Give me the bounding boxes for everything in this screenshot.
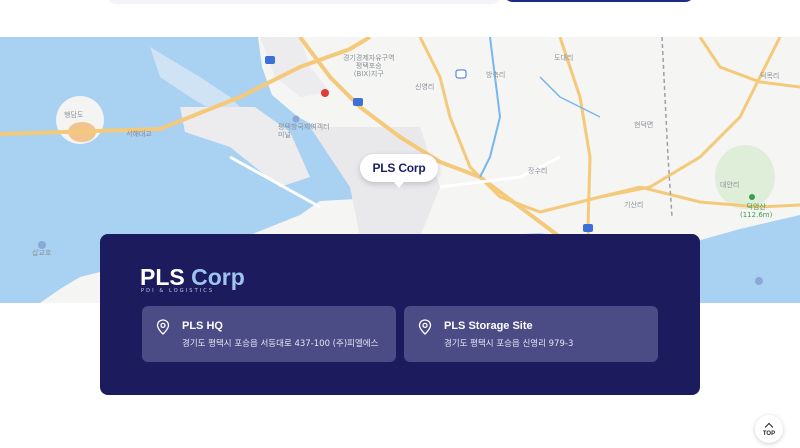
map-label: 행담도	[64, 111, 84, 119]
search-field-edge[interactable]	[108, 0, 500, 4]
location-pin-icon	[418, 319, 432, 335]
logo-pls-text: PLS	[140, 264, 185, 290]
location-title: PLS HQ	[182, 320, 223, 332]
marker-label: PLS Corp	[372, 161, 426, 175]
map-label: 도대리	[554, 54, 574, 62]
location-address: 경기도 평택시 포승읍 서동대로 437-100 (주)피엘에스	[182, 339, 379, 349]
location-card-storage[interactable]: PLS Storage Site 경기도 평택시 포승읍 신영리 979-3	[404, 306, 658, 362]
scroll-top-label: TOP	[762, 430, 776, 437]
location-card-hq[interactable]: PLS HQ 경기도 평택시 포승읍 서동대로 437-100 (주)피엘에스	[142, 306, 396, 362]
map-label: 경기경제자유구역 평택포승 (BIX)지구	[343, 54, 395, 78]
logo-corp-text: Corp	[191, 264, 245, 290]
company-map-marker[interactable]: PLS Corp	[360, 154, 438, 188]
logo-tagline: PDI & LOGISTICS	[141, 288, 215, 294]
map-label: 대안리	[720, 181, 740, 189]
company-info-card: PLS Corp PDI & LOGISTICS PLS HQ 경기도 평택시 …	[100, 234, 700, 395]
map-label: 서해대교	[126, 130, 152, 138]
map-label: 평택항국제여객터미널	[278, 123, 330, 139]
chevron-up-icon	[764, 422, 774, 431]
top-strip	[0, 0, 800, 37]
scroll-top-button[interactable]: TOP	[755, 415, 783, 443]
map-label: 기산리	[624, 201, 644, 209]
location-title: PLS Storage Site	[444, 320, 533, 332]
submit-button-edge[interactable]	[503, 0, 695, 2]
map-label: 신영리	[415, 83, 435, 91]
location-pin-icon	[156, 319, 170, 335]
location-address: 경기도 평택시 포승읍 신영리 979-3	[444, 339, 574, 349]
map-label: 장수리	[528, 167, 548, 175]
map-label: 현덕면	[634, 121, 654, 129]
map-label: 삽교호	[32, 249, 52, 257]
company-logo: PLS Corp PDI & LOGISTICS	[140, 264, 260, 294]
map-label: 덕목리	[760, 72, 780, 80]
map-label: 방축리	[486, 71, 506, 79]
map-label: 덕암산 (112.6m)	[740, 203, 773, 219]
